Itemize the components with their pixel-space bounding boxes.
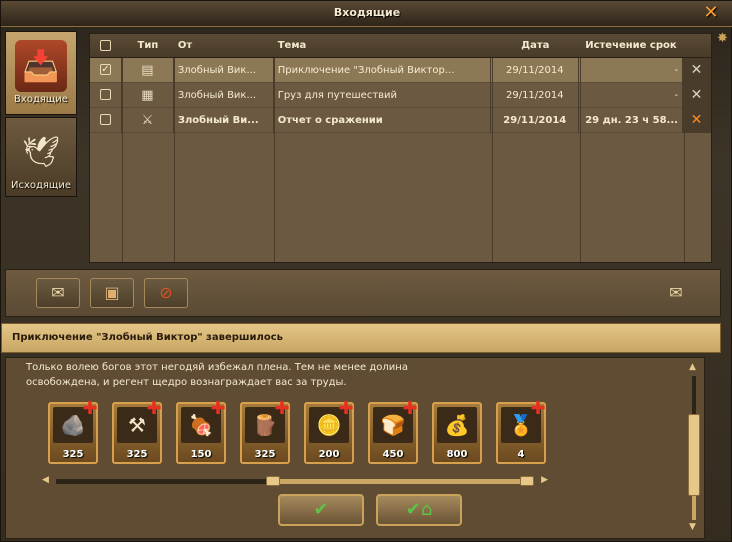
mark-read-button[interactable]: ✉ xyxy=(654,278,698,308)
column-divider xyxy=(492,58,493,262)
message-scrollbar[interactable]: ▲ ▼ xyxy=(686,362,702,534)
new-message-button[interactable]: ✉ xyxy=(36,278,80,308)
row-from: Злобный Вик... xyxy=(174,57,274,83)
reward-amount: 4 xyxy=(517,449,525,460)
reward-amount: 800 xyxy=(446,449,468,460)
reward-item[interactable]: 🪨 ✚ 325 xyxy=(48,400,98,464)
scroll-left-icon[interactable]: ◀ xyxy=(42,475,49,485)
reward-item[interactable]: 🪙 ✚ 200 xyxy=(304,400,354,464)
message-line: освобождена, и регент щедро вознаграждае… xyxy=(26,377,347,388)
message-text: Только волею богов этот негодяй избежал … xyxy=(26,362,666,394)
reward-item[interactable]: 🍖 ✚ 150 xyxy=(176,400,226,464)
tab-inbox[interactable]: 📥 Входящие xyxy=(5,31,77,115)
row-date: 29/11/2014 xyxy=(491,107,580,133)
scroll-down-icon[interactable]: ▼ xyxy=(689,522,696,532)
row-expires: - xyxy=(579,57,684,83)
delete-icon[interactable]: ✕ xyxy=(683,57,712,83)
delete-all-icon: ⊘ xyxy=(159,283,173,302)
checkmark-home-icon: ✔⌂ xyxy=(405,499,433,520)
collect-all-button[interactable]: ▣ xyxy=(90,278,134,308)
header-type[interactable]: Тип xyxy=(122,40,174,51)
reward-item[interactable]: 🍞 ✚ 450 xyxy=(368,400,418,464)
accept-home-button[interactable]: ✔⌂ xyxy=(376,494,462,526)
reward-amount: 325 xyxy=(126,449,148,460)
pigeon-icon: 🕊 xyxy=(21,134,61,170)
accept-button[interactable]: ✔ xyxy=(278,494,364,526)
title-bar: Входящие ✕ xyxy=(1,1,732,27)
reward-amount: 150 xyxy=(190,449,212,460)
column-divider xyxy=(274,58,275,262)
scroll-right-icon[interactable]: ▶ xyxy=(541,475,548,485)
reward-item[interactable]: 💰 800 xyxy=(432,402,482,464)
row-checkbox[interactable]: ✓ xyxy=(90,57,122,83)
delete-icon[interactable]: ✕ xyxy=(683,82,712,108)
row-checkbox[interactable] xyxy=(90,82,122,108)
column-divider xyxy=(122,58,123,262)
header-from[interactable]: От xyxy=(174,40,274,51)
row-from: Злобный Ви... xyxy=(174,107,274,133)
scroll-thumb-end xyxy=(520,476,534,486)
row-subject: Отчет о сражении xyxy=(274,107,492,133)
row-expires: 29 дн. 23 ч 58... xyxy=(579,107,684,133)
message-subject: Приключение "Злобный Виктор" завершилось xyxy=(1,323,721,353)
reward-amount: 450 xyxy=(382,449,404,460)
mail-row[interactable]: ⚔ Злобный Ви... Отчет о сражении 29/11/2… xyxy=(90,107,712,133)
mail-row[interactable]: ▦ Злобный Вик... Груз для путешествий 29… xyxy=(90,82,712,108)
mail-row[interactable]: ✓ ▤ Злобный Вик... Приключение "Злобный … xyxy=(90,57,712,83)
message-body: Только волею богов этот негодяй избежал … xyxy=(5,357,705,539)
row-from: Злобный Вик... xyxy=(174,82,274,108)
mail-toolbar: ✉ ▣ ⊘ ✉ xyxy=(5,269,721,317)
mail-list: Тип От Тема Дата Истечение срок ✓ ▤ Злоб… xyxy=(89,33,712,263)
column-divider xyxy=(580,58,581,262)
row-checkbox[interactable] xyxy=(90,107,122,133)
close-icon[interactable]: ✕ xyxy=(701,4,721,24)
delete-all-button[interactable]: ⊘ xyxy=(144,278,188,308)
reward-amount: 325 xyxy=(254,449,276,460)
row-date: 29/11/2014 xyxy=(491,82,580,108)
reward-amount: 325 xyxy=(62,449,84,460)
row-subject: Приключение "Злобный Виктор... xyxy=(274,57,492,83)
scroll-thumb[interactable] xyxy=(266,476,280,486)
crossed-swords-icon: ⚔ xyxy=(122,107,174,133)
row-subject: Груз для путешествий xyxy=(274,82,492,108)
reward-item[interactable]: ⚒ ✚ 325 xyxy=(112,400,162,464)
tab-inbox-label: Входящие xyxy=(14,94,68,105)
rewards-scrollbar[interactable]: ◀ ▶ xyxy=(42,475,548,486)
crate-icon: ▦ xyxy=(122,82,174,108)
reward-item[interactable]: 🪵 ✚ 325 xyxy=(240,400,290,464)
tab-outbox-label: Исходящие xyxy=(10,180,71,191)
sack-resource-icon: 💰 xyxy=(437,407,477,443)
envelope-icon: ✉ xyxy=(51,283,65,302)
select-all-checkbox[interactable] xyxy=(90,39,122,52)
envelope-icon: ✉ xyxy=(669,283,683,302)
row-expires: - xyxy=(579,82,684,108)
open-chest-icon: ▣ xyxy=(104,283,120,302)
column-divider xyxy=(684,58,685,262)
map-scroll-icon: ▤ xyxy=(122,57,174,83)
message-line: Только волею богов этот негодяй избежал … xyxy=(26,362,408,373)
tab-outbox[interactable]: 🕊 Исходящие xyxy=(5,117,77,197)
inbox-chest-icon: 📥 xyxy=(15,40,67,92)
window-title: Входящие xyxy=(333,6,401,19)
header-expires[interactable]: Истечение срок xyxy=(579,40,683,51)
column-divider xyxy=(174,58,175,262)
checkmark-icon: ✔ xyxy=(313,499,329,520)
ornament-icon: ✸ xyxy=(717,31,728,46)
scroll-up-icon[interactable]: ▲ xyxy=(689,362,696,372)
mail-window: Входящие ✕ ✸ 📥 Входящие 🕊 Исходящие Тип … xyxy=(0,0,732,542)
list-header: Тип От Тема Дата Истечение срок xyxy=(90,34,711,58)
reward-amount: 200 xyxy=(318,449,340,460)
scroll-thumb[interactable] xyxy=(688,414,700,496)
row-date: 29/11/2014 xyxy=(491,57,580,83)
reward-item[interactable]: 🏅 ✚ 4 xyxy=(496,400,546,464)
header-subject[interactable]: Тема xyxy=(274,40,492,51)
delete-icon[interactable]: ✕ xyxy=(683,107,712,133)
header-date[interactable]: Дата xyxy=(491,40,579,51)
